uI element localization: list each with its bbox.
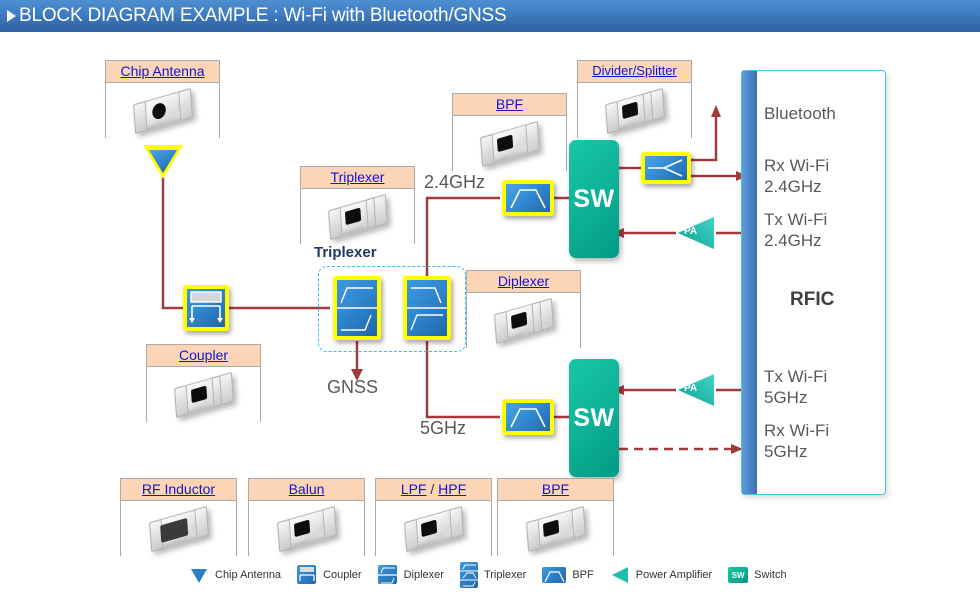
power-amplifier-24ghz: PA [676,216,716,250]
page-title-bar: BLOCK DIAGRAM EXAMPLE : Wi-Fi with Bluet… [0,0,980,32]
legend-label-coupler: Coupler [323,569,362,581]
card-title-bpf-top: BPF [453,94,566,116]
legend-item-diplexer: Diplexer [377,564,444,586]
card-title-coupler: Coupler [147,345,260,367]
chip-antenna-icon [188,564,210,586]
card-title-diplexer: Diplexer [467,271,580,293]
card-photo-bpf-bottom [498,501,613,556]
arrow-bluetooth [711,105,721,117]
rfic-port-tx-wifi-5-line2: 5GHz [764,388,808,407]
card-photo-lpf-hpf [376,501,491,556]
power-amplifier-icon [609,564,631,586]
coupler-symbol [183,285,229,331]
card-photo-rf-inductor [121,501,236,556]
smd-photo-rf-inductor [148,505,209,552]
bpf-icon [541,564,567,586]
card-title-lpf-hpf: LPF / HPF [376,479,491,501]
switch-24ghz[interactable]: SW [569,140,619,258]
wire-splitter-to-bluetooth [691,113,718,162]
smd-photo-divider-splitter [604,87,665,134]
smd-photo-chip-antenna [132,87,193,134]
smd-photo-balun [276,505,337,552]
smd-photo-lpf-hpf [403,505,464,552]
rfic-port-tx-wifi-5-line1: Tx Wi-Fi [764,367,828,386]
switch-5ghz[interactable]: SW [569,359,619,477]
card-title-chip-antenna: Chip Antenna [106,61,219,83]
card-photo-chip-antenna [106,83,219,138]
pa-label-24: PA [684,226,698,237]
legend-label-chip-antenna: Chip Antenna [215,569,282,581]
card-photo-triplexer [301,189,414,244]
legend-label-bpf: BPF [572,569,594,581]
legend-label-triplexer: Triplexer [483,569,527,581]
triplexer-symbol-left [333,276,381,340]
smd-photo-bpf-bottom [525,505,586,552]
pa-label-5: PA [684,383,698,394]
legend-label-switch: Switch [754,569,787,581]
card-title-bpf-bottom: BPF [498,479,613,501]
legend-item-switch: SW Switch [727,564,787,586]
title-triangle-icon [7,10,16,22]
smd-photo-coupler [173,371,234,418]
smd-photo-diplexer [493,297,554,344]
block-diagram-page: BLOCK DIAGRAM EXAMPLE : Wi-Fi with Bluet… [0,0,980,592]
chip-antenna-symbol [140,142,186,182]
band-label-5ghz: 5GHz [420,418,467,438]
rfic-port-tx-wifi-24-line1: Tx Wi-Fi [764,210,828,229]
rfic-port-bluetooth: Bluetooth [764,104,836,123]
smd-photo-triplexer [327,193,388,240]
card-lpf-hpf: LPF / HPF [375,478,492,556]
switch-icon: SW [727,564,749,586]
card-triplexer: Triplexer [300,166,415,244]
card-title-rf-inductor: RF Inductor [121,479,236,501]
triplexer-group-label: Triplexer [314,244,377,261]
legend-item-power-amplifier: Power Amplifier [609,564,712,586]
triplexer-icon [459,561,479,589]
card-photo-bpf-top [453,116,566,171]
card-title-triplexer: Triplexer [301,167,414,189]
card-balun: Balun [248,478,365,556]
card-bpf-bottom: BPF [497,478,614,556]
band-label-24ghz: 2.4GHz [424,172,486,192]
rfic-port-rx-wifi-5-line2: 5GHz [764,442,808,461]
gnss-label: GNSS [327,377,379,397]
card-chip-antenna: Chip Antenna [105,60,220,138]
rfic-port-bar [742,71,757,494]
diplexer-icon [377,564,399,586]
legend-item-bpf: BPF [541,564,594,586]
card-rf-inductor: RF Inductor [120,478,237,556]
smd-photo-bpf-top [479,120,540,167]
triplexer-symbol-right [403,276,451,340]
legend: Chip Antenna Coupler Diplexer Triplexer … [188,561,802,589]
card-bpf-top: BPF [452,93,567,171]
divider-splitter-symbol [641,152,691,184]
bpf-symbol-24ghz [502,180,554,216]
legend-item-chip-antenna: Chip Antenna [188,564,281,586]
rfic-port-tx-wifi-24-line2: 2.4GHz [764,231,822,250]
power-amplifier-5ghz: PA [676,373,716,407]
rfic-port-rx-wifi-24-line2: 2.4GHz [764,177,822,196]
legend-item-triplexer: Triplexer [459,561,526,589]
wire-triplexer-5ghz [425,341,500,419]
card-photo-balun [249,501,364,556]
rfic-port-rx-wifi-5-line1: Rx Wi-Fi [764,421,830,440]
card-title-divider-splitter: Divider/Splitter [578,61,691,83]
card-photo-divider-splitter [578,83,691,138]
legend-label-diplexer: Diplexer [403,569,444,581]
card-diplexer: Diplexer [466,270,581,348]
card-divider-splitter: Divider/Splitter [577,60,692,138]
coupler-icon [296,564,318,586]
bpf-symbol-5ghz [502,399,554,435]
page-title: BLOCK DIAGRAM EXAMPLE : Wi-Fi with Bluet… [19,5,507,26]
rfic-title: RFIC [790,289,835,310]
rfic-port-rx-wifi-24-line1: Rx Wi-Fi [764,156,830,175]
rfic-block: Bluetooth Rx Wi-Fi 2.4GHz Tx Wi-Fi 2.4GH… [741,70,886,495]
card-title-balun: Balun [249,479,364,501]
legend-item-coupler: Coupler [296,564,362,586]
wire-triplexer-24ghz [425,196,500,276]
card-photo-coupler [147,367,260,422]
legend-label-power-amplifier: Power Amplifier [635,569,713,581]
card-photo-diplexer [467,293,580,348]
card-coupler: Coupler [146,344,261,422]
